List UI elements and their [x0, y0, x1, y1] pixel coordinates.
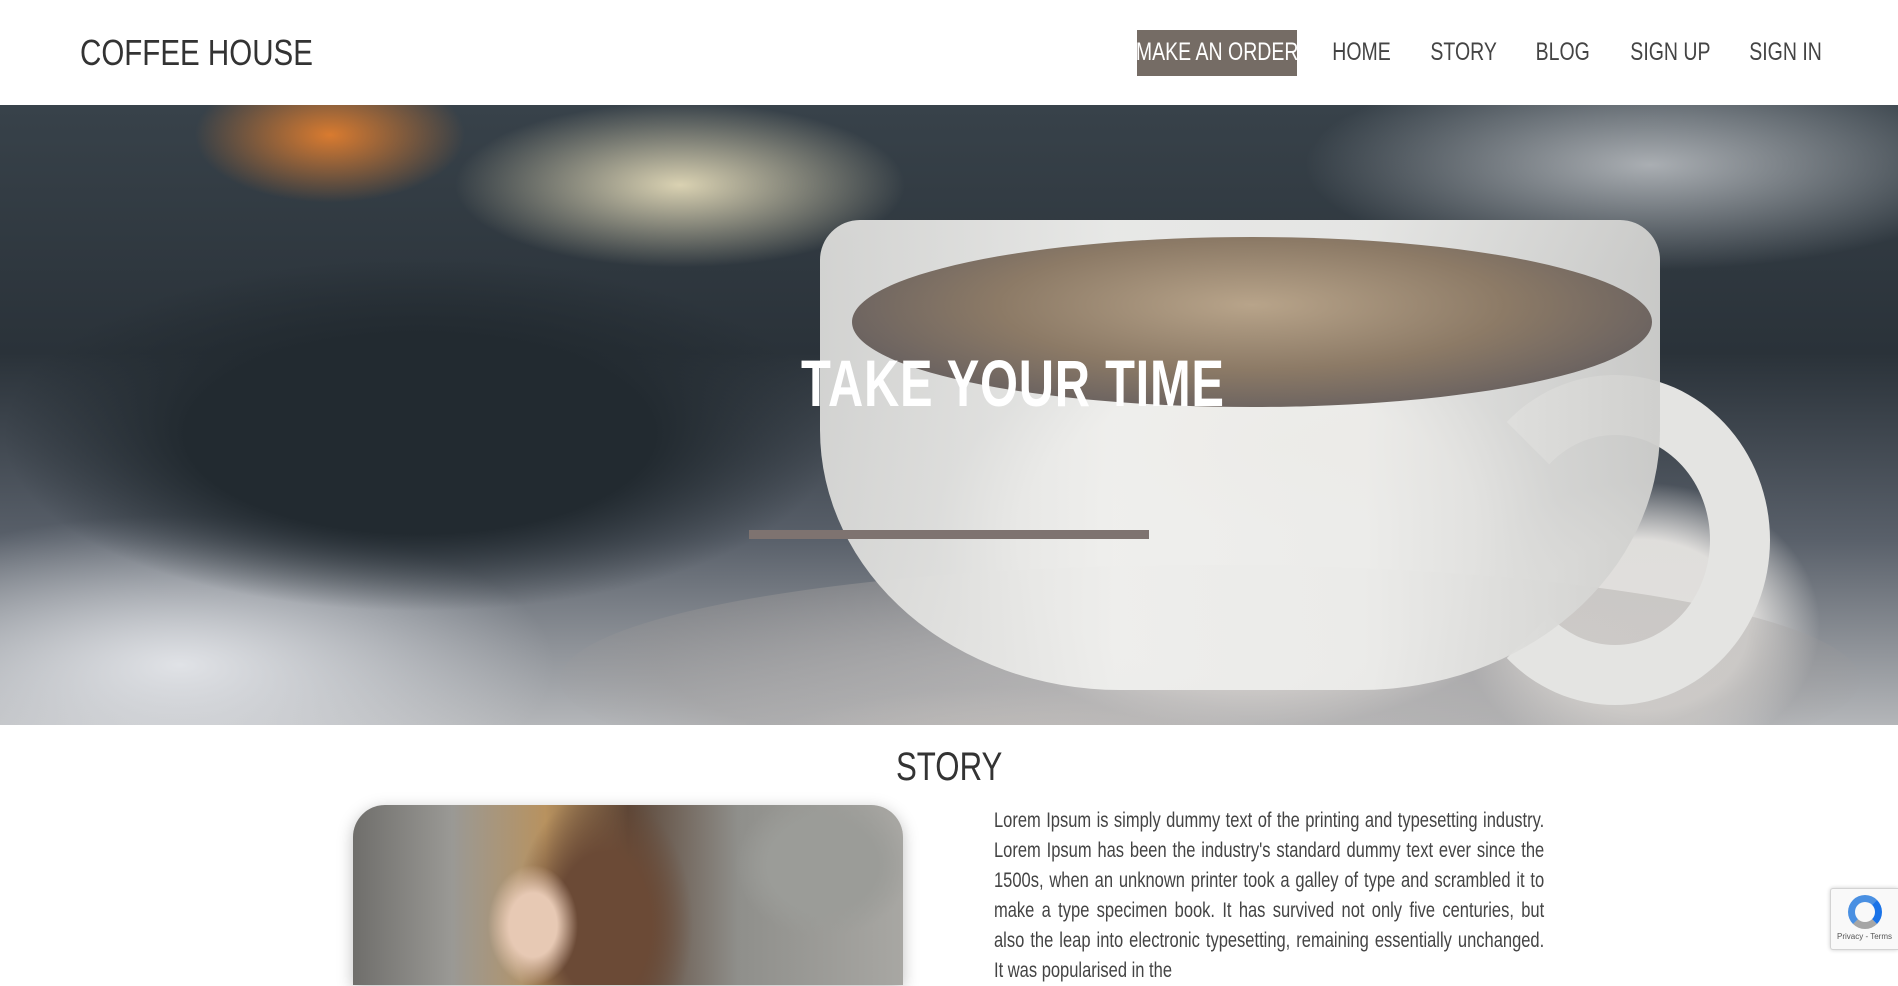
nav-home-link[interactable]: HOME: [1332, 38, 1391, 67]
make-order-link[interactable]: MAKE AN ORDER: [1136, 38, 1299, 67]
story-heading: STORY: [895, 745, 1003, 789]
nav-item-story[interactable]: STORY: [1431, 30, 1497, 76]
nav-signin-link[interactable]: SIGN IN: [1750, 38, 1823, 67]
site-header: COFFEE HOUSE MAKE AN ORDER HOME STORY BL…: [0, 0, 1898, 105]
story-barista-image: [353, 805, 903, 985]
nav-item-home[interactable]: HOME: [1331, 30, 1391, 76]
nav-signup-link[interactable]: SIGN UP: [1630, 38, 1710, 67]
story-heading-container: STORY: [0, 745, 1898, 790]
nav-item-signup[interactable]: SIGN UP: [1630, 30, 1710, 76]
main-nav: MAKE AN ORDER HOME STORY BLOG SIGN UP SI…: [1133, 29, 1823, 76]
nav-item-blog[interactable]: BLOG: [1536, 30, 1590, 76]
story-paragraph: Lorem Ipsum is simply dummy text of the …: [994, 809, 1545, 982]
nav-item-signin[interactable]: SIGN IN: [1750, 30, 1823, 76]
recaptcha-badge[interactable]: Privacy - Terms: [1830, 888, 1898, 950]
make-order-button[interactable]: MAKE AN ORDER: [1136, 29, 1299, 76]
story-text-container: Lorem Ipsum is simply dummy text of the …: [994, 806, 1544, 986]
nav-blog-link[interactable]: BLOG: [1536, 38, 1590, 67]
nav-story-link[interactable]: STORY: [1431, 38, 1497, 67]
hero-title-container: TAKE YOUR TIME: [749, 345, 1225, 421]
site-logo[interactable]: COFFEE HOUSE: [80, 32, 313, 74]
recaptcha-privacy-terms[interactable]: Privacy - Terms: [1831, 932, 1898, 941]
hero-title-underline: [749, 530, 1149, 539]
hero-title: TAKE YOUR TIME: [801, 346, 1225, 420]
recaptcha-icon: [1847, 895, 1882, 929]
